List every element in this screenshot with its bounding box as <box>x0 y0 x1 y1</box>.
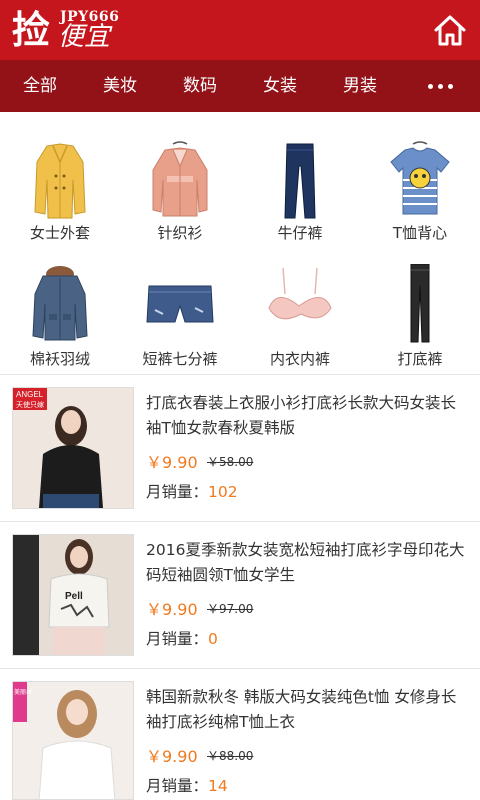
brand-badge: 美丽丝 <box>14 688 32 696</box>
nav-item-digital[interactable]: 数码 <box>160 60 240 112</box>
category-label: 棉袄羽绒 <box>29 350 90 368</box>
category-shorts[interactable]: 短裤七分裤 <box>120 244 240 368</box>
jeans-image <box>284 143 316 219</box>
cardigan-image <box>152 141 208 217</box>
category-label: 内衣内裤 <box>269 350 330 368</box>
category-label: T恤背心 <box>392 224 448 242</box>
product-sales: 月销量：102 <box>146 480 238 502</box>
product-item[interactable]: 美丽丝 韩国新款秋冬 韩版大码女装纯色t恤 女修身长袖打底衫纯棉T恤上衣 ￥9.… <box>0 669 480 800</box>
category-label: 牛仔裤 <box>277 224 323 242</box>
sales-count: 0 <box>208 630 218 648</box>
product-old-price: ￥58.00 <box>207 455 254 469</box>
category-tshirt[interactable]: T恤背心 <box>360 112 480 242</box>
sales-label: 月销量： <box>146 483 209 501</box>
svg-text:天使只嫁: 天使只嫁 <box>16 400 44 409</box>
product-price: ￥9.90 <box>146 600 198 619</box>
product-title[interactable]: 打底衣春装上衣服小衫打底衫长款大码女装长袖T恤女款春秋夏韩版 <box>146 391 468 441</box>
down-jacket-image <box>32 266 88 341</box>
home-icon <box>434 15 466 46</box>
svg-text:Pell: Pell <box>65 591 83 602</box>
tshirt-image <box>390 141 450 215</box>
category-jeans[interactable]: 牛仔裤 <box>240 112 360 242</box>
product-image[interactable]: 美丽丝 <box>12 681 134 800</box>
product-old-price: ￥97.00 <box>207 602 254 616</box>
product-title[interactable]: 2016夏季新款女装宽松短袖打底衫字母印花大码短袖圆领T恤女学生 <box>146 538 468 588</box>
category-label: 针织衫 <box>157 224 203 242</box>
sales-label: 月销量： <box>146 630 209 648</box>
product-price: ￥9.90 <box>146 747 198 766</box>
product-title[interactable]: 韩国新款秋冬 韩版大码女装纯色t恤 女修身长袖打底衫纯棉T恤上衣 <box>146 685 468 735</box>
app-header: 捡 JPY666 便宜 <box>0 0 480 60</box>
brand-badge: ANGEL <box>16 390 44 399</box>
product-sales: 月销量：0 <box>146 627 218 649</box>
leggings-image <box>410 264 430 343</box>
sales-count: 102 <box>208 483 238 501</box>
category-down-jacket[interactable]: 棉袄羽绒 <box>0 244 120 368</box>
logo-char: 捡 <box>12 7 51 52</box>
product-price: ￥9.90 <box>146 453 198 472</box>
shorts-image <box>146 285 214 323</box>
category-cardigan[interactable]: 针织衫 <box>120 112 240 242</box>
product-old-price: ￥88.00 <box>207 749 254 763</box>
category-nav: 全部 美妆 数码 女装 男装 <box>0 60 480 112</box>
nav-item-all[interactable]: 全部 <box>0 60 80 112</box>
logo-word: 便宜 <box>58 22 111 52</box>
category-leggings[interactable]: 打底裤 <box>360 244 480 368</box>
category-label: 女士外套 <box>29 224 90 242</box>
category-bra[interactable]: 内衣内裤 <box>240 244 360 368</box>
sales-count: 14 <box>208 777 228 795</box>
product-item[interactable]: Pell 2016夏季新款女装宽松短袖打底衫字母印花大码短袖圆领T恤女学生 ￥9… <box>0 522 480 669</box>
nav-item-beauty[interactable]: 美妆 <box>80 60 160 112</box>
product-image[interactable]: Pell <box>12 534 134 656</box>
category-label: 打底裤 <box>397 350 443 368</box>
product-sales: 月销量：14 <box>146 774 228 796</box>
category-label: 短裤七分裤 <box>142 350 218 368</box>
site-logo[interactable]: 捡 JPY666 便宜 <box>12 6 122 56</box>
bra-image <box>268 267 332 320</box>
coat-image <box>34 143 86 219</box>
more-dots-icon[interactable] <box>400 60 480 112</box>
home-button[interactable] <box>432 12 468 48</box>
product-image[interactable]: ANGEL 天使只嫁 <box>12 387 134 509</box>
nav-item-women[interactable]: 女装 <box>240 60 320 112</box>
category-grid: 女士外套 针织衫 牛仔裤 T恤背心 棉袄羽绒 短裤七分裤 内衣内裤 打底裤 <box>0 112 480 374</box>
nav-item-men[interactable]: 男装 <box>320 60 400 112</box>
product-list: ANGEL 天使只嫁 打底衣春装上衣服小衫打底衫长款大码女装长袖T恤女款春秋夏韩… <box>0 375 480 800</box>
category-coat[interactable]: 女士外套 <box>0 112 120 242</box>
product-item[interactable]: ANGEL 天使只嫁 打底衣春装上衣服小衫打底衫长款大码女装长袖T恤女款春秋夏韩… <box>0 375 480 522</box>
sales-label: 月销量： <box>146 777 209 795</box>
